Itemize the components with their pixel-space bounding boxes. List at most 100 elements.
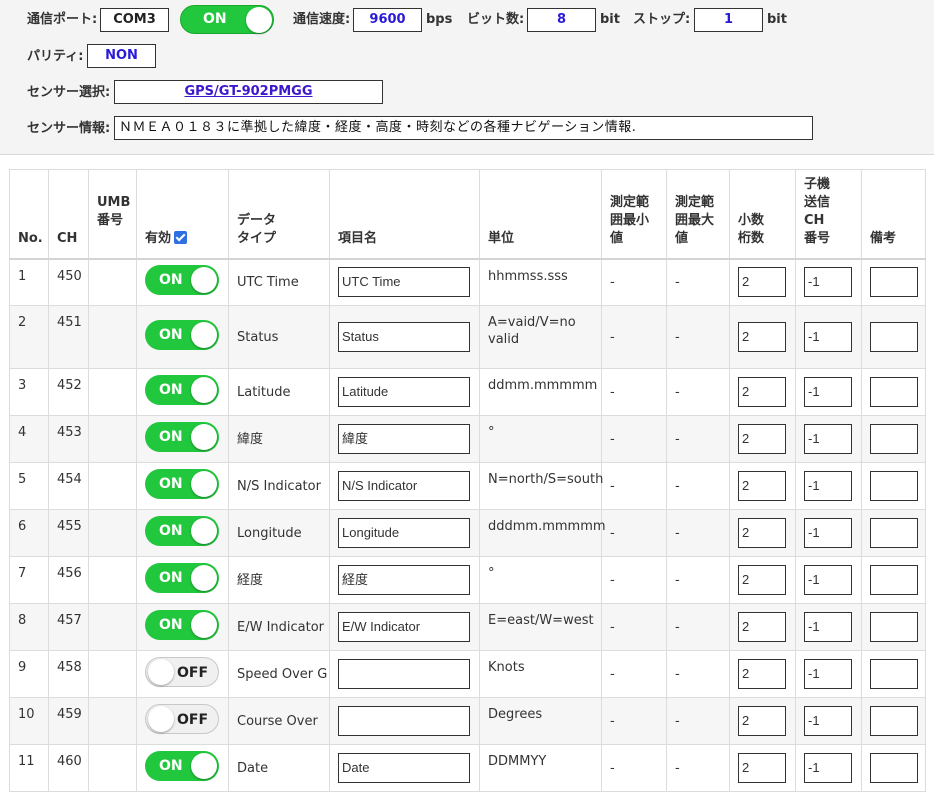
row-item-name-input[interactable]: 緯度: [338, 424, 470, 454]
row-item-name-input[interactable]: [338, 659, 470, 689]
row-decimals-input[interactable]: 2: [738, 612, 786, 642]
row-note-input[interactable]: [870, 267, 918, 298]
row-decimals-input[interactable]: 2: [738, 424, 786, 454]
row-item-name-input[interactable]: [338, 706, 470, 736]
row-enabled-cell: ON: [136, 368, 229, 416]
row-enabled-cell: OFF: [136, 650, 229, 698]
row-note-input[interactable]: [870, 659, 918, 689]
row-child-ch-input[interactable]: -1: [804, 322, 852, 352]
table-header: No. CH UMB 番号 有効 データ タイプ 項目名 単位 測定範 囲最小値 測定…: [9, 169, 926, 260]
row-decimals-input[interactable]: 2: [738, 706, 786, 736]
row-child-ch-cell: -1: [795, 509, 862, 557]
parity-field[interactable]: NON: [87, 44, 156, 68]
row-enable-toggle[interactable]: ON: [145, 609, 219, 640]
row-range-min: -: [601, 258, 667, 306]
row-note-input[interactable]: [870, 424, 918, 454]
row-note-input[interactable]: [870, 377, 918, 407]
row-note-input[interactable]: [870, 753, 918, 783]
row-decimals-input[interactable]: 2: [738, 659, 786, 689]
row-decimals-input[interactable]: 2: [738, 565, 786, 595]
sensor-select-field[interactable]: GPS/GT-902PMGG: [114, 80, 383, 104]
row-note-cell: [861, 744, 926, 792]
row-range-max: -: [666, 462, 730, 510]
row-umb: [88, 258, 137, 306]
row-ch: 453: [48, 415, 89, 463]
row-enabled-cell: ON: [136, 258, 229, 306]
row-range-max: -: [666, 368, 730, 416]
speed-unit: bps: [426, 12, 453, 27]
speed-field[interactable]: 9600: [353, 8, 422, 32]
row-child-ch-input[interactable]: -1: [804, 518, 852, 548]
row-item-name-input[interactable]: Date: [338, 753, 470, 783]
row-decimals-input[interactable]: 2: [738, 753, 786, 783]
row-item-name-input[interactable]: Longitude: [338, 518, 470, 548]
row-no: 6: [9, 509, 49, 557]
row-enable-toggle[interactable]: ON: [145, 374, 219, 405]
sensor-info-label: センサー情報:: [27, 121, 111, 136]
row-no: 11: [9, 744, 49, 792]
channel-table-container: No. CH UMB 番号 有効 データ タイプ 項目名 単位 測定範 囲最小値 測定…: [9, 169, 926, 792]
row-decimals-input[interactable]: 2: [738, 322, 786, 352]
row-enable-toggle[interactable]: ON: [145, 562, 219, 593]
row-enable-toggle[interactable]: OFF: [145, 703, 219, 734]
row-child-ch-input[interactable]: -1: [804, 267, 852, 298]
header-no: No.: [9, 169, 49, 260]
row-item-name-cell: Latitude: [329, 368, 480, 416]
row-toggle-label: ON: [159, 616, 183, 633]
row-ch: 454: [48, 462, 89, 510]
row-item-name-input[interactable]: Status: [338, 322, 470, 352]
bits-field[interactable]: 8: [527, 8, 596, 32]
connection-toggle[interactable]: ON: [180, 5, 274, 34]
row-item-name-input[interactable]: E/W Indicator: [338, 612, 470, 642]
row-item-name-input[interactable]: 経度: [338, 565, 470, 595]
row-note-cell: [861, 603, 926, 651]
row-note-input[interactable]: [870, 706, 918, 736]
row-enable-toggle[interactable]: ON: [145, 264, 219, 295]
row-child-ch-cell: -1: [795, 603, 862, 651]
row-child-ch-input[interactable]: -1: [804, 753, 852, 783]
row-decimals-input[interactable]: 2: [738, 267, 786, 298]
row-child-ch-input[interactable]: -1: [804, 565, 852, 595]
table-row: 11 460 ON Date Date DDMMYY - -2 -1: [9, 744, 926, 792]
row-child-ch-input[interactable]: -1: [804, 424, 852, 454]
sensor-info-field: ＮＭＥＡ０１８３に準拠した緯度・経度・高度・時刻などの各種ナビゲーション情報.: [114, 116, 813, 140]
row-item-name-input[interactable]: UTC Time: [338, 267, 470, 298]
row-note-input[interactable]: [870, 471, 918, 501]
row-child-ch-input[interactable]: -1: [804, 659, 852, 689]
row-child-ch-input[interactable]: -1: [804, 471, 852, 501]
row-note-input[interactable]: [870, 565, 918, 595]
row-child-ch-input[interactable]: -1: [804, 706, 852, 736]
stop-bits-field[interactable]: 1: [694, 8, 763, 32]
row-child-ch-input[interactable]: -1: [804, 377, 852, 407]
enable-all-checkbox[interactable]: [174, 230, 188, 244]
row-item-name-input[interactable]: Latitude: [338, 377, 470, 407]
row-decimals-input[interactable]: 2: [738, 518, 786, 548]
row-item-name-cell: E/W Indicator: [329, 603, 480, 651]
row-item-name-cell: [329, 650, 480, 698]
toggle-knob: [191, 423, 217, 450]
row-enable-toggle[interactable]: ON: [145, 468, 219, 499]
row-toggle-label: ON: [159, 522, 183, 539]
row-item-name-input[interactable]: N/S Indicator: [338, 471, 470, 501]
row-no: 3: [9, 368, 49, 416]
row-toggle-label: ON: [159, 475, 183, 492]
row-note-input[interactable]: [870, 518, 918, 548]
row-note-input[interactable]: [870, 612, 918, 642]
port-field[interactable]: COM3: [100, 8, 169, 32]
row-decimals-input[interactable]: 2: [738, 471, 786, 501]
row-item-name-cell: Longitude: [329, 509, 480, 557]
row-enable-toggle[interactable]: ON: [145, 421, 219, 452]
row-unit: hhmmss.sss: [479, 258, 602, 306]
row-child-ch-input[interactable]: -1: [804, 612, 852, 642]
row-enable-toggle[interactable]: ON: [145, 319, 219, 350]
channel-table: No. CH UMB 番号 有効 データ タイプ 項目名 単位 測定範 囲最小値 測定…: [9, 169, 926, 792]
row-enable-toggle[interactable]: ON: [145, 750, 219, 781]
bits-unit: bit: [600, 12, 620, 27]
row-note-input[interactable]: [870, 322, 918, 352]
row-data-type: Course Over: [228, 697, 330, 745]
toggle-knob: [191, 266, 217, 293]
toggle-knob: [148, 705, 174, 732]
row-decimals-input[interactable]: 2: [738, 377, 786, 407]
row-enable-toggle[interactable]: OFF: [145, 656, 219, 687]
row-enable-toggle[interactable]: ON: [145, 515, 219, 546]
